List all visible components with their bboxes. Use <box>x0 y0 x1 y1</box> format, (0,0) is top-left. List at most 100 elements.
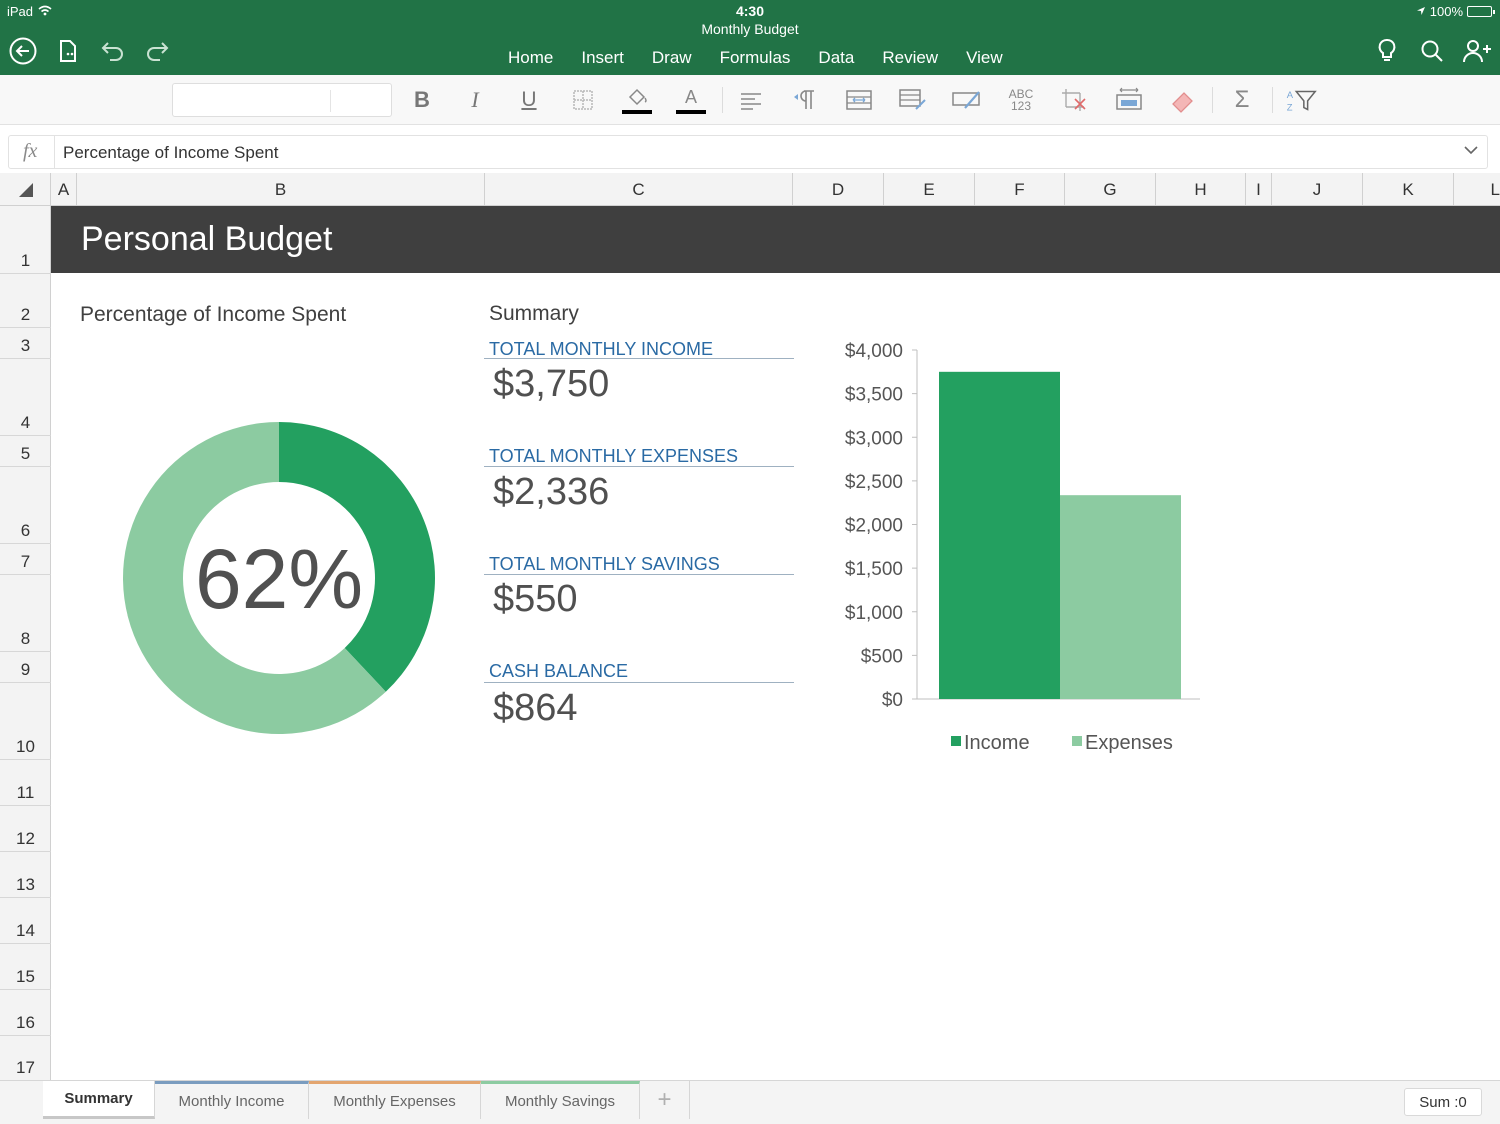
kpi-cash-value[interactable]: $864 <box>493 687 578 730</box>
tab-formulas[interactable]: Formulas <box>711 41 800 75</box>
tab-draw[interactable]: Draw <box>643 41 701 75</box>
tab-view[interactable]: View <box>957 41 1012 75</box>
row-header-3[interactable]: 3 <box>0 328 51 359</box>
sheet-tab-monthly-income[interactable]: Monthly Income <box>155 1081 309 1119</box>
row-header-2[interactable]: 2 <box>0 274 51 328</box>
battery-icon <box>1467 6 1495 17</box>
underline-button[interactable]: U <box>511 83 547 117</box>
row-header-14[interactable]: 14 <box>0 898 51 944</box>
bold-button[interactable]: B <box>404 83 440 117</box>
y-tick-label: $1,500 <box>845 559 903 580</box>
sort-filter-icon[interactable]: AZ <box>1283 83 1319 117</box>
merge-cells-icon[interactable] <box>841 83 877 117</box>
banner-title: Personal Budget <box>81 220 333 258</box>
kpi-divider <box>484 574 794 575</box>
sheet-tab-monthly-savings[interactable]: Monthly Savings <box>481 1081 640 1119</box>
col-header-b[interactable]: B <box>77 173 485 206</box>
font-color-icon[interactable]: A <box>673 83 709 117</box>
donut-chart[interactable]: 62% <box>120 419 438 737</box>
row-header-15[interactable]: 15 <box>0 944 51 990</box>
y-tick-label: $1,000 <box>845 603 903 624</box>
row-header-11[interactable]: 11 <box>0 760 51 806</box>
col-header-j[interactable]: J <box>1272 173 1363 206</box>
clear-icon[interactable] <box>1057 83 1093 117</box>
bar-expenses[interactable] <box>1060 495 1181 699</box>
kpi-expenses-label[interactable]: TOTAL MONTHLY EXPENSES <box>489 446 738 467</box>
col-header-l[interactable]: L <box>1454 173 1500 206</box>
search-icon[interactable] <box>1417 36 1447 66</box>
legend-swatch <box>1072 736 1082 746</box>
kpi-divider <box>484 358 794 359</box>
chevron-down-icon[interactable] <box>1463 142 1479 163</box>
row-header-13[interactable]: 13 <box>0 852 51 898</box>
italic-button[interactable]: I <box>457 83 493 117</box>
undo-icon[interactable] <box>98 36 128 66</box>
file-icon[interactable] <box>53 36 83 66</box>
row-header-17[interactable]: 17 <box>0 1036 51 1080</box>
col-header-e[interactable]: E <box>884 173 975 206</box>
borders-icon[interactable] <box>565 83 601 117</box>
summary-title[interactable]: Summary <box>489 302 579 326</box>
styles-icon[interactable] <box>949 83 985 117</box>
sheet-tab-monthly-expenses[interactable]: Monthly Expenses <box>309 1081 481 1119</box>
add-sheet-icon[interactable]: + <box>640 1081 690 1119</box>
align-icon[interactable] <box>733 83 769 117</box>
title-banner[interactable]: Personal Budget <box>51 206 1500 273</box>
kpi-cash-label[interactable]: CASH BALANCE <box>489 661 628 682</box>
insert-delete-icon[interactable] <box>1111 83 1147 117</box>
kpi-savings-value[interactable]: $550 <box>493 578 578 621</box>
toolbar-divider <box>722 87 723 113</box>
col-header-g[interactable]: G <box>1065 173 1156 206</box>
format-cells-icon[interactable] <box>895 83 931 117</box>
formula-content[interactable]: Percentage of Income Spent <box>63 143 278 163</box>
row-header-6[interactable]: 6 <box>0 467 51 544</box>
col-header-h[interactable]: H <box>1156 173 1246 206</box>
row-header-12[interactable]: 12 <box>0 806 51 852</box>
col-header-k[interactable]: K <box>1363 173 1454 206</box>
sort-a-glyph: A <box>1287 90 1294 101</box>
col-header-d[interactable]: D <box>793 173 884 206</box>
bar-income[interactable] <box>939 371 1060 699</box>
tab-insert[interactable]: Insert <box>572 41 633 75</box>
row-header-16[interactable]: 16 <box>0 990 51 1036</box>
share-icon[interactable] <box>1462 36 1492 66</box>
donut-title[interactable]: Percentage of Income Spent <box>80 303 346 327</box>
font-color-glyph: A <box>685 87 697 107</box>
tab-home[interactable]: Home <box>499 41 562 75</box>
eraser-icon[interactable] <box>1165 83 1201 117</box>
formula-bar[interactable]: fx Percentage of Income Spent <box>8 135 1488 169</box>
row-header-9[interactable]: 9 <box>0 652 51 683</box>
row-header-10[interactable]: 10 <box>0 683 51 760</box>
spelling-icon[interactable]: ABC 123 <box>1003 83 1039 117</box>
tab-review[interactable]: Review <box>873 41 947 75</box>
col-header-i[interactable]: I <box>1246 173 1272 206</box>
redo-icon[interactable] <box>142 36 172 66</box>
sum-indicator[interactable]: Sum :0 <box>1404 1088 1482 1116</box>
tab-data[interactable]: Data <box>809 41 863 75</box>
col-header-c[interactable]: C <box>485 173 793 206</box>
bar-chart[interactable]: $0 $500 $1,000 $1,500 $2,000 $2,500 $3,000 $3,5… <box>830 330 1250 770</box>
kpi-income-value[interactable]: $3,750 <box>493 363 609 406</box>
kpi-income-label[interactable]: TOTAL MONTHLY INCOME <box>489 339 713 360</box>
autosum-icon[interactable]: Σ <box>1224 83 1260 117</box>
col-header-a[interactable]: A <box>51 173 77 206</box>
row-header-7[interactable]: 7 <box>0 544 51 575</box>
row-header-5[interactable]: 5 <box>0 436 51 467</box>
y-tick-label: $3,000 <box>845 428 903 449</box>
row-header-1[interactable]: 1 <box>0 206 51 274</box>
col-header-f[interactable]: F <box>975 173 1065 206</box>
sheet-tab-summary[interactable]: Summary <box>43 1081 155 1119</box>
kpi-expenses-value[interactable]: $2,336 <box>493 471 609 514</box>
font-name-size-field[interactable] <box>172 83 392 117</box>
back-icon[interactable] <box>8 36 38 66</box>
battery-percent: 100% <box>1429 4 1463 19</box>
fill-color-icon[interactable] <box>619 83 655 117</box>
wrap-text-icon[interactable] <box>787 83 823 117</box>
row-header-8[interactable]: 8 <box>0 575 51 652</box>
donut-center-label: 62% <box>195 532 363 626</box>
row-header-4[interactable]: 4 <box>0 359 51 436</box>
lightbulb-icon[interactable] <box>1372 36 1402 66</box>
select-all-corner[interactable] <box>0 173 51 206</box>
kpi-savings-label[interactable]: TOTAL MONTHLY SAVINGS <box>489 554 720 575</box>
document-title[interactable]: Monthly Budget <box>0 21 1500 37</box>
